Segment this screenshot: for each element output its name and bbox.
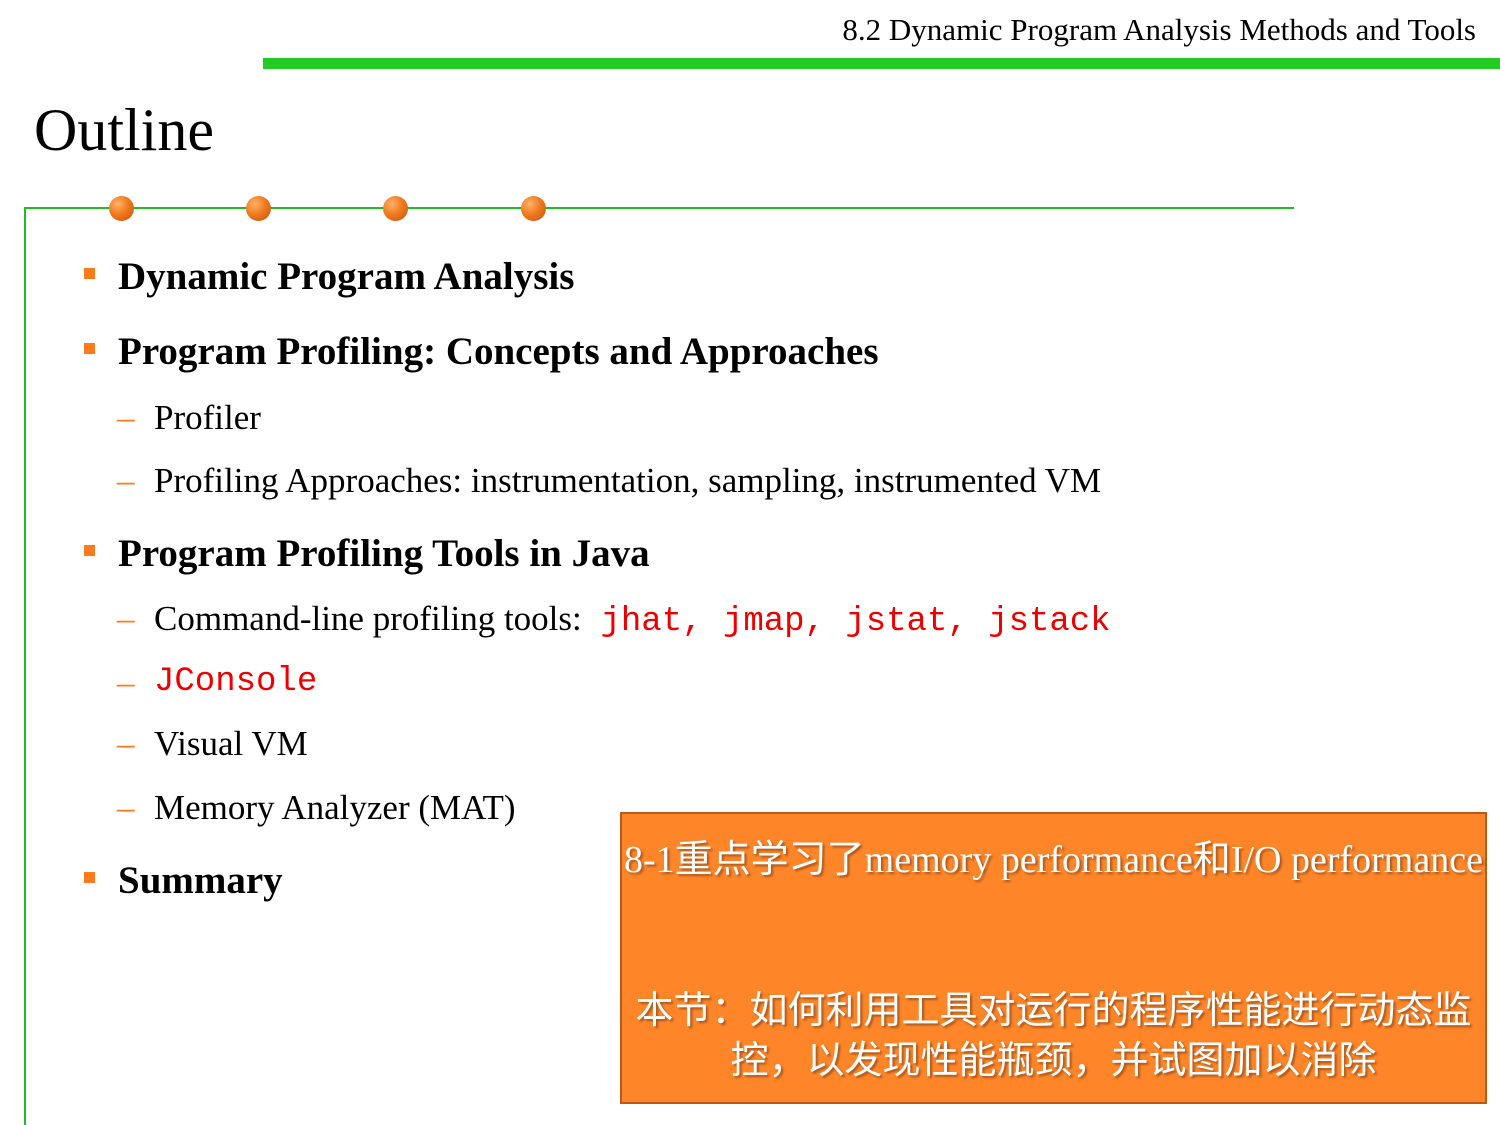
outline-item-label: Program Profiling Tools in Java <box>118 532 650 575</box>
square-bullet-icon <box>84 268 95 279</box>
dash-bullet-icon: – <box>117 461 135 500</box>
outline-item-label: Summary <box>118 859 283 902</box>
callout-line-1: 8-1重点学习了memory performance和I/O performan… <box>624 839 1483 881</box>
square-bullet-icon <box>84 545 95 556</box>
dash-bullet-icon: – <box>117 663 135 702</box>
outline-subitem-label: Visual VM <box>154 724 308 763</box>
outline-subitem-label: Profiler <box>154 398 261 437</box>
outline-item-label: Program Profiling: Concepts and Approach… <box>118 330 879 373</box>
outline-item-label: Dynamic Program Analysis <box>118 255 575 298</box>
outline-subitem-label: Memory Analyzer (MAT) <box>154 788 516 827</box>
dash-bullet-icon: – <box>117 398 135 437</box>
jconsole-label: JConsole <box>154 663 318 701</box>
cli-tool-names: jhat, jmap, jstat, jstack <box>600 603 1111 641</box>
callout-line-2: 本节：如何利用工具对运行的程序性能进行动态监控，以发现性能瓶颈，并试图加以消除 <box>635 990 1472 1082</box>
dash-bullet-icon: – <box>117 599 135 638</box>
outline-subitem-label: Command-line profiling tools: <box>154 599 582 638</box>
outline-subitem-label: Profiling Approaches: instrumentation, s… <box>154 461 1102 500</box>
callout-box: 8-1重点学习了memory performance和I/O performan… <box>620 812 1487 1104</box>
square-bullet-icon <box>84 343 95 354</box>
square-bullet-icon <box>84 872 95 883</box>
dash-bullet-icon: – <box>117 788 135 827</box>
outline-subitem-text: Command-line profiling tools: jhat, jmap… <box>154 599 1111 641</box>
dash-bullet-icon: – <box>117 724 135 763</box>
